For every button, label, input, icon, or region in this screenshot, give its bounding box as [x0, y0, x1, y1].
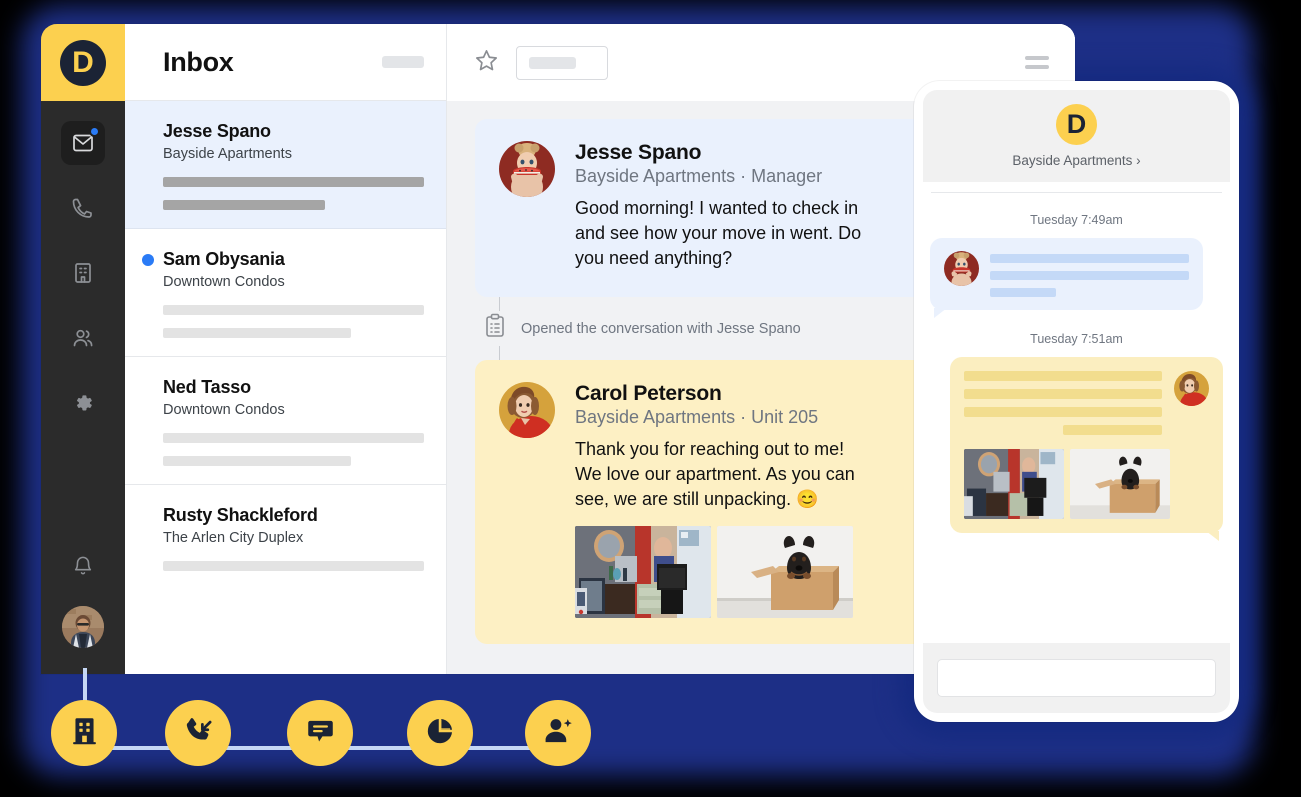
sidebar-items [41, 121, 125, 425]
sidebar-item-settings[interactable] [61, 381, 105, 425]
phone-timestamp: Tuesday 7:49am [1030, 213, 1123, 227]
phone-message-input[interactable] [937, 659, 1216, 697]
sidebar-item-inbox[interactable] [61, 121, 105, 165]
list-item[interactable]: Sam Obysania Downtown Condos [125, 229, 446, 357]
list-header: Inbox [125, 24, 446, 101]
sidebar: D [41, 24, 125, 674]
conversation-property: Downtown Condos [163, 274, 285, 290]
conversation-preview-skeleton [163, 561, 424, 571]
message-author: Carol Peterson [575, 382, 722, 405]
star-icon[interactable] [473, 47, 500, 79]
phone-org-link[interactable]: Bayside Apartments › [923, 153, 1230, 168]
list-item[interactable]: Ned Tasso Downtown Condos [125, 357, 446, 485]
user-avatar [62, 606, 104, 648]
sidebar-item-notifications[interactable] [61, 544, 105, 588]
phone-logo-letter: D [1056, 104, 1097, 145]
feature-node-row [0, 668, 620, 797]
phone-composer [923, 643, 1230, 713]
message-content: Jesse Spano Bayside Apartments · Manager… [575, 141, 875, 271]
header-placeholder-skeleton [382, 56, 424, 68]
jesse-avatar [499, 141, 555, 197]
phone-header: D Bayside Apartments › [923, 90, 1230, 182]
building-icon [71, 261, 95, 285]
moving-boxes-photo[interactable] [575, 526, 711, 618]
chat-bubble-icon [305, 715, 336, 751]
list-item[interactable]: Jesse Spano Bayside Apartments [125, 101, 446, 229]
phone-thread: Tuesday 7:49am Tuesday 7:51am [914, 193, 1239, 643]
conversation-name: Rusty Shackleford [163, 505, 318, 525]
feature-node-messaging[interactable] [287, 700, 353, 766]
dog-in-box-photo[interactable] [1070, 449, 1170, 519]
feature-node-properties[interactable] [51, 700, 117, 766]
moving-boxes-photo[interactable] [964, 449, 1064, 519]
message-author: Jesse Spano [575, 141, 702, 164]
phone-timestamp: Tuesday 7:51am [1030, 332, 1123, 346]
gear-icon [71, 391, 95, 415]
sidebar-item-contacts[interactable] [61, 316, 105, 360]
phone-icon [71, 196, 95, 220]
phone-message-skeleton [964, 371, 1162, 435]
phone-outbound-top [964, 371, 1209, 435]
phone-org-label: Bayside Apartments [1012, 153, 1133, 168]
logo-letter: D [60, 39, 106, 86]
chevron-right-icon: › [1132, 153, 1141, 168]
app-logo[interactable]: D [41, 24, 125, 101]
conversation-name: Jesse Spano [163, 121, 271, 141]
conversation-property: Downtown Condos [163, 402, 285, 418]
phone-message-skeleton [990, 251, 1189, 297]
thread-event-text: Opened the conversation with Jesse Spano [521, 320, 801, 337]
message-body: Good morning! I wanted to check in and s… [575, 198, 862, 268]
message-meta: Bayside Apartments · Unit 205 [575, 407, 819, 427]
conversation-property: Bayside Apartments [163, 146, 292, 162]
building-icon [69, 715, 100, 751]
pie-chart-icon [425, 716, 455, 751]
incoming-call-icon [183, 715, 214, 751]
clipboard-icon [483, 313, 507, 344]
carol-avatar [1174, 371, 1209, 406]
mobile-phone-panel: D Bayside Apartments › Tuesday 7:49am Tu… [914, 81, 1239, 722]
feature-node-leads[interactable] [525, 700, 591, 766]
carol-avatar [499, 382, 555, 438]
add-person-icon [543, 715, 574, 751]
hamburger-icon[interactable] [1025, 56, 1049, 69]
search-placeholder-skeleton [529, 56, 576, 69]
conversation-name: Ned Tasso [163, 377, 251, 397]
phone-attachments [964, 449, 1209, 519]
message-content: Carol Peterson Bayside Apartments · Unit… [575, 382, 875, 618]
conversation-preview-skeleton [163, 177, 424, 210]
bell-icon [72, 555, 94, 577]
search-input[interactable] [516, 45, 608, 80]
phone-message-outbound [950, 357, 1223, 541]
list-item[interactable]: Rusty Shackleford The Arlen City Duplex [125, 485, 446, 589]
message-attachments [575, 526, 875, 618]
page-title: Inbox [163, 46, 234, 77]
conversation-property: The Arlen City Duplex [163, 530, 304, 546]
unread-dot-icon [142, 254, 154, 266]
avatar[interactable] [62, 606, 104, 648]
feature-node-calls[interactable] [165, 700, 231, 766]
feature-node-reporting[interactable] [407, 700, 473, 766]
screenshot-stage: D Inbox Jesse Spano Bayside Apartments S… [0, 0, 1301, 797]
message-body: Thank you for reaching out to me! We lov… [575, 439, 855, 509]
conversation-preview-skeleton [163, 305, 424, 338]
jesse-avatar [944, 251, 979, 286]
people-icon [71, 326, 95, 350]
sidebar-item-properties[interactable] [61, 251, 105, 295]
phone-message-inbound [930, 238, 1203, 318]
conversation-name: Sam Obysania [163, 249, 285, 269]
conversation-preview-skeleton [163, 433, 424, 466]
dog-in-box-photo[interactable] [717, 526, 853, 618]
conversation-list-panel: Inbox Jesse Spano Bayside Apartments Sam… [125, 24, 447, 674]
message-meta: Bayside Apartments · Manager [575, 166, 823, 186]
sidebar-item-calls[interactable] [61, 186, 105, 230]
inbox-unread-badge [89, 126, 100, 137]
